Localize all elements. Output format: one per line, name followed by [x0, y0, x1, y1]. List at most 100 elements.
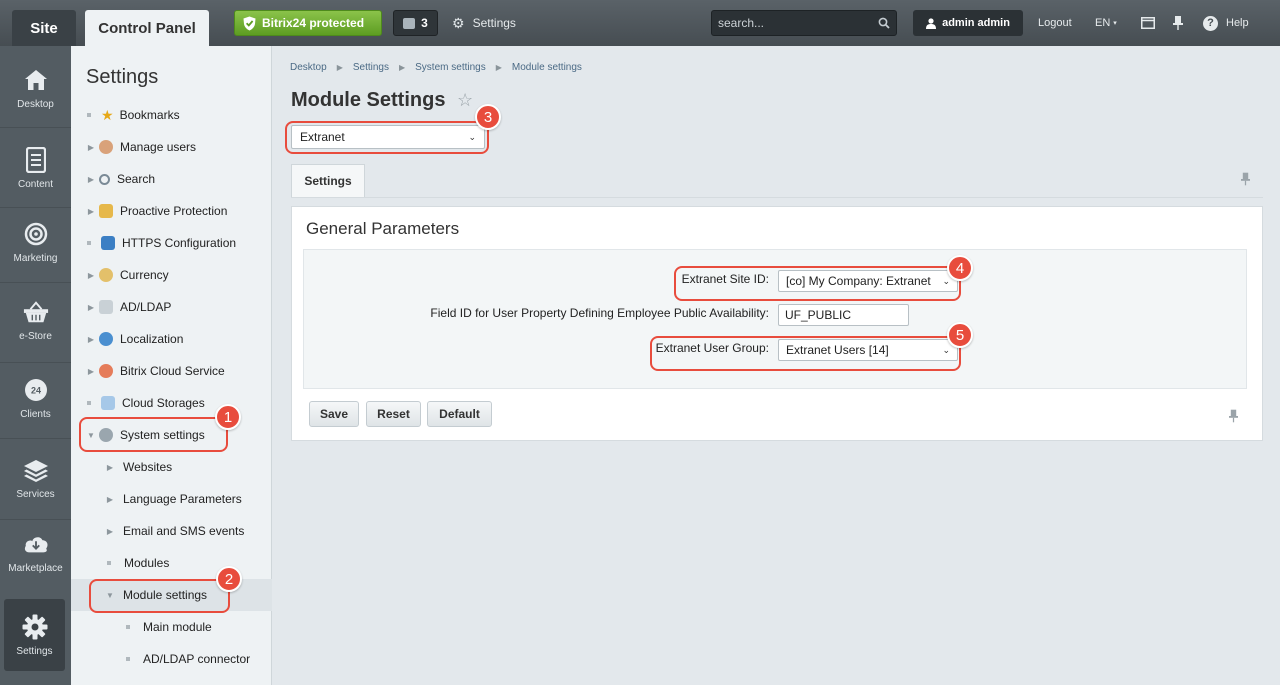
menu-item-label: HTTPS Configuration — [122, 236, 237, 250]
menu-item-modules[interactable]: Modules — [71, 547, 272, 579]
menu-item-proactive-protection[interactable]: ▶ Proactive Protection — [71, 195, 272, 227]
menu-item-label: Main module — [143, 620, 212, 634]
menu-item-currency[interactable]: ▶ Currency — [71, 259, 272, 291]
menu-item-label: Modules — [124, 556, 170, 570]
menu-item-label: Bitrix Cloud Service — [120, 364, 225, 378]
rail-label: Clients — [20, 408, 51, 420]
menu-item-localization[interactable]: ▶ Localization — [71, 323, 272, 355]
menu-item-email-sms-events[interactable]: ▶ Email and SMS events — [71, 515, 272, 547]
rail-label: Marketplace — [8, 562, 63, 574]
settings-panel: General Parameters Extranet Site ID: [co… — [291, 206, 1263, 441]
rail-item-estore[interactable]: e-Store — [0, 284, 71, 356]
field-id-label: Field ID for User Property Defining Empl… — [430, 306, 769, 320]
language-selector[interactable]: EN ▾ — [1095, 10, 1117, 36]
protected-label: Bitrix24 protected — [262, 16, 365, 30]
rail-item-settings[interactable]: Settings — [4, 599, 65, 671]
annotation-highlight — [650, 336, 961, 371]
search-input[interactable] — [718, 16, 878, 30]
rail-label: Settings — [16, 645, 53, 657]
https-lock-icon — [101, 236, 115, 250]
rail-item-marketing[interactable]: Marketing — [0, 206, 71, 278]
divider — [291, 197, 1263, 198]
menu-item-language-parameters[interactable]: ▶ Language Parameters — [71, 483, 272, 515]
rail-item-desktop[interactable]: Desktop — [0, 52, 71, 124]
breadcrumb-item-settings[interactable]: Settings — [353, 62, 389, 73]
bullet-icon — [126, 625, 130, 629]
rail-label: Content — [17, 178, 54, 190]
help-label: Help — [1226, 17, 1249, 29]
user-menu-button[interactable]: admin admin — [913, 10, 1023, 36]
expand-arrow-icon: ▶ — [106, 526, 114, 536]
rail-item-services[interactable]: Services — [0, 442, 71, 514]
pin-icon[interactable] — [1241, 172, 1250, 189]
magnifier-icon — [99, 173, 110, 185]
pin-icon[interactable] — [1169, 14, 1187, 32]
menu-item-bitrix-cloud-service[interactable]: ▶ Bitrix Cloud Service — [71, 355, 272, 387]
favorite-star-icon[interactable]: ☆ — [457, 90, 473, 111]
tab-settings[interactable]: Settings — [291, 164, 365, 197]
help-link[interactable]: ? Help — [1203, 10, 1249, 36]
menu-title: Settings — [86, 66, 159, 88]
rail-item-marketplace[interactable]: Marketplace — [0, 516, 71, 588]
top-bar: Site Control Panel Bitrix24 protected 3 … — [0, 0, 1280, 46]
menu-item-label: Manage users — [120, 140, 197, 154]
default-button[interactable]: Default — [427, 401, 492, 427]
breadcrumb-arrow-icon: ▶ — [495, 63, 502, 72]
menu-item-label: Bookmarks — [119, 108, 180, 122]
cloud-service-icon — [99, 364, 113, 378]
shield-icon — [243, 16, 256, 30]
breadcrumb-item-desktop[interactable]: Desktop — [290, 62, 327, 73]
pin-icon[interactable] — [1229, 409, 1238, 426]
search-icon[interactable] — [878, 17, 890, 29]
site-tab[interactable]: Site — [12, 10, 76, 46]
breadcrumb-item-module-settings[interactable]: Module settings — [512, 62, 582, 73]
menu-item-bookmarks[interactable]: ★ Bookmarks — [71, 99, 272, 131]
notifications-button[interactable]: 3 — [393, 10, 438, 36]
expand-arrow-icon: ▶ — [87, 302, 95, 312]
bullet-icon — [87, 113, 91, 117]
top-settings-label: Settings — [472, 16, 516, 30]
menu-item-ad-ldap-connector[interactable]: AD/LDAP connector — [71, 643, 272, 675]
breadcrumb-item-system-settings[interactable]: System settings — [415, 62, 486, 73]
svg-text:24: 24 — [30, 385, 40, 395]
menu-item-cloud-storages[interactable]: Cloud Storages — [71, 387, 272, 419]
reset-button[interactable]: Reset — [366, 401, 421, 427]
user-icon — [926, 17, 937, 29]
menu-item-manage-users[interactable]: ▶ Manage users — [71, 131, 272, 163]
control-panel-tab[interactable]: Control Panel — [85, 10, 209, 46]
bullet-icon — [126, 657, 130, 661]
field-id-input[interactable] — [778, 304, 909, 326]
rail-item-content[interactable]: Content — [0, 132, 71, 204]
expand-arrow-icon: ▶ — [87, 366, 95, 376]
menu-item-label: AD/LDAP connector — [143, 652, 251, 666]
menu-item-label: Currency — [120, 268, 169, 282]
bitrix24-protected-button[interactable]: Bitrix24 protected — [234, 10, 382, 36]
menu-item-websites[interactable]: ▶ Websites — [71, 451, 272, 483]
language-label: EN — [1095, 17, 1111, 29]
document-icon — [23, 146, 49, 173]
rail-item-clients[interactable]: 24 Clients — [0, 362, 71, 434]
window-icon[interactable] — [1139, 14, 1157, 32]
annotation-badge: 2 — [216, 566, 242, 592]
layers-icon — [23, 457, 49, 483]
expand-arrow-icon: ▶ — [87, 270, 95, 280]
menu-item-https-configuration[interactable]: HTTPS Configuration — [71, 227, 272, 259]
annotation-badge: 4 — [947, 255, 973, 281]
save-button[interactable]: Save — [309, 401, 359, 427]
menu-item-label: AD/LDAP — [120, 300, 172, 314]
notifications-count: 3 — [421, 16, 428, 30]
notification-icon — [403, 17, 416, 29]
top-settings-link[interactable]: ⚙ Settings — [452, 10, 516, 36]
basket-icon — [23, 299, 49, 325]
bullet-icon — [87, 241, 91, 245]
logout-link[interactable]: Logout — [1038, 10, 1072, 36]
menu-item-main-module[interactable]: Main module — [71, 611, 272, 643]
section-title: General Parameters — [306, 219, 460, 238]
annotation-highlight — [89, 579, 230, 613]
menu-item-label: Search — [117, 172, 156, 186]
menu-item-search[interactable]: ▶ Search — [71, 163, 272, 195]
menu-item-ad-ldap[interactable]: ▶ AD/LDAP — [71, 291, 272, 323]
gear-icon — [22, 614, 48, 640]
currency-icon — [99, 268, 113, 282]
expand-arrow-icon: ▶ — [106, 494, 114, 504]
